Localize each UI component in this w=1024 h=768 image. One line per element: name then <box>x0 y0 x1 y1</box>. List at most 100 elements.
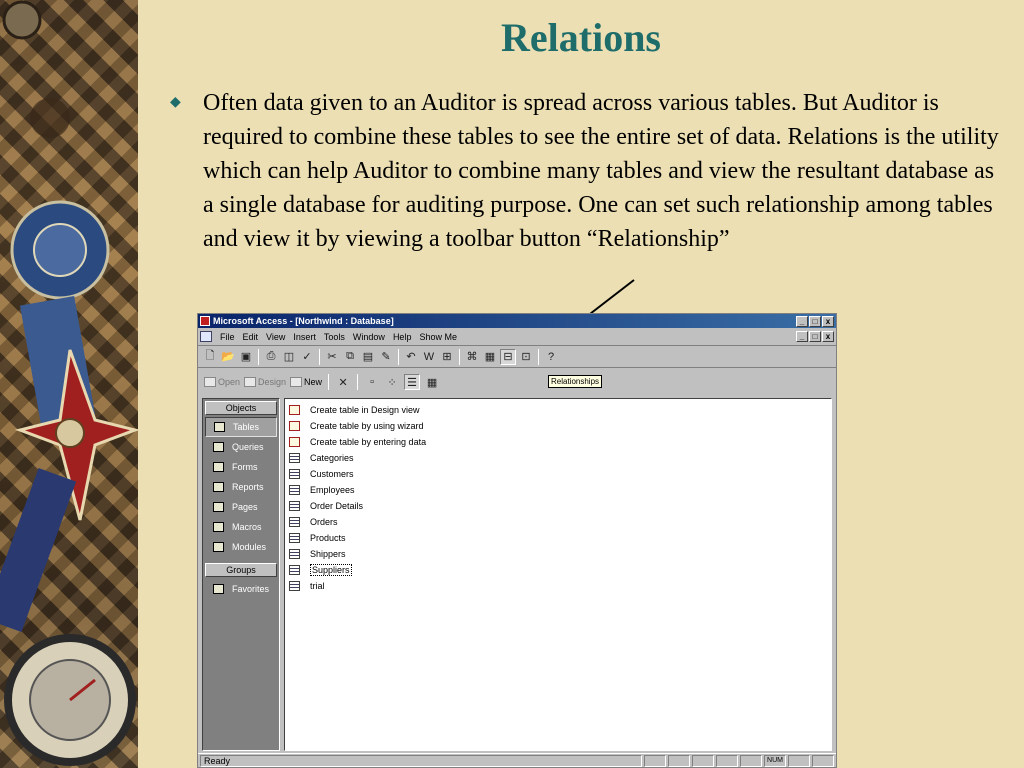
table-icon <box>289 549 300 559</box>
table-item[interactable]: Order Details <box>289 498 831 514</box>
large-icons-icon[interactable]: ▫ <box>364 374 380 390</box>
new-object-icon[interactable]: ⊡ <box>518 349 534 365</box>
menu-insert[interactable]: Insert <box>289 332 320 342</box>
doc-restore-button[interactable]: □ <box>809 331 821 342</box>
undo-icon[interactable]: ↶ <box>403 349 419 365</box>
wizard-entering-data[interactable]: Create table by entering data <box>289 434 831 450</box>
status-panel <box>692 754 714 767</box>
cut-icon[interactable]: ✂ <box>324 349 340 365</box>
small-icons-icon[interactable]: ⁘ <box>384 374 400 390</box>
object-pages[interactable]: Pages <box>203 497 279 517</box>
table-item[interactable]: Products <box>289 530 831 546</box>
open-folder-icon[interactable]: 📂 <box>220 349 236 365</box>
menu-help[interactable]: Help <box>389 332 416 342</box>
list-view-icon[interactable]: ☰ <box>404 374 421 390</box>
wizard-icon <box>289 405 300 415</box>
object-modules[interactable]: Modules <box>203 537 279 557</box>
menu-tools[interactable]: Tools <box>320 332 349 342</box>
status-panel <box>716 754 738 767</box>
print-icon[interactable]: ⎙ <box>263 349 279 365</box>
favorites-folder-icon <box>213 584 224 594</box>
delete-icon[interactable]: ✕ <box>335 374 351 390</box>
status-panel <box>812 754 834 767</box>
access-window: Microsoft Access - [Northwind : Database… <box>197 313 837 768</box>
wizard-design-view[interactable]: Create table in Design view <box>289 402 831 418</box>
object-tables[interactable]: Tables <box>205 417 277 437</box>
open-button[interactable]: Open <box>204 377 240 387</box>
table-item-focused[interactable]: Suppliers <box>289 562 831 578</box>
macros-icon <box>213 522 224 532</box>
menu-view[interactable]: View <box>262 332 289 342</box>
objects-bar: Objects Tables Queries Forms Reports Pag… <box>202 398 280 751</box>
object-forms[interactable]: Forms <box>203 457 279 477</box>
reports-icon <box>213 482 224 492</box>
table-icon <box>289 517 300 527</box>
database-doc-icon[interactable] <box>200 331 212 342</box>
new-button[interactable]: New <box>290 377 322 387</box>
status-panel <box>644 754 666 767</box>
table-icon <box>289 485 300 495</box>
doc-minimize-button[interactable]: _ <box>796 331 808 342</box>
relationships-icon[interactable]: ⊟ <box>500 348 516 365</box>
status-panel <box>788 754 810 767</box>
new-icon <box>290 377 303 387</box>
format-painter-icon[interactable]: ✎ <box>378 349 394 365</box>
table-item[interactable]: trial <box>289 578 831 594</box>
object-queries[interactable]: Queries <box>203 437 279 457</box>
object-reports[interactable]: Reports <box>203 477 279 497</box>
paste-icon[interactable]: ▤ <box>360 349 376 365</box>
doc-close-button[interactable]: x <box>822 331 834 342</box>
table-icon <box>289 533 300 543</box>
table-icon <box>289 469 300 479</box>
bullet-diamond-icon: ◆ <box>170 95 181 110</box>
database-toolbar: Open Design New ✕ ▫ ⁘ ☰ ▦ <box>198 371 836 393</box>
analyze-icon[interactable]: ⊞ <box>439 349 455 365</box>
minimize-button[interactable]: _ <box>796 315 808 327</box>
table-icon <box>289 581 300 591</box>
status-panel <box>668 754 690 767</box>
menu-window[interactable]: Window <box>349 332 389 342</box>
spelling-icon[interactable]: ✓ <box>299 349 315 365</box>
menu-file[interactable]: File <box>216 332 239 342</box>
table-item[interactable]: Employees <box>289 482 831 498</box>
help-icon[interactable]: ? <box>543 349 559 365</box>
forms-icon <box>213 462 224 472</box>
wizard-icon <box>289 421 300 431</box>
status-text: Ready <box>200 754 642 767</box>
standard-toolbar: 🗋 📂 ▣ ⎙ ◫ ✓ ✂ ⧉ ▤ ✎ ↶ W ⊞ ⌘ ▦ ⊟ ⊡ ? <box>198 346 836 368</box>
window-titlebar: Microsoft Access - [Northwind : Database… <box>198 314 836 328</box>
copy-icon[interactable]: ⧉ <box>342 349 358 365</box>
table-item[interactable]: Categories <box>289 450 831 466</box>
groups-header[interactable]: Groups <box>205 563 277 577</box>
wizard-icon <box>289 437 300 447</box>
code-icon[interactable]: ⌘ <box>464 349 480 365</box>
properties-icon[interactable]: ▦ <box>482 349 498 365</box>
table-icon <box>289 501 300 511</box>
tables-icon <box>214 422 225 432</box>
modules-icon <box>213 542 224 552</box>
num-lock-indicator: NUM <box>764 754 786 767</box>
group-favorites[interactable]: Favorites <box>203 579 279 599</box>
objects-header[interactable]: Objects <box>205 401 277 415</box>
menu-edit[interactable]: Edit <box>239 332 263 342</box>
table-item[interactable]: Shippers <box>289 546 831 562</box>
object-macros[interactable]: Macros <box>203 517 279 537</box>
table-icon <box>289 565 300 575</box>
details-view-icon[interactable]: ▦ <box>424 374 440 390</box>
menu-show-me[interactable]: Show Me <box>415 332 461 342</box>
pages-icon <box>213 502 224 512</box>
design-button[interactable]: Design <box>244 377 286 387</box>
access-app-icon <box>200 316 210 326</box>
maximize-button[interactable]: □ <box>809 315 821 327</box>
relationships-tooltip: Relationships <box>548 375 603 388</box>
print-preview-icon[interactable]: ◫ <box>281 349 297 365</box>
office-links-icon[interactable]: W <box>421 349 437 365</box>
table-icon <box>289 453 300 463</box>
table-item[interactable]: Orders <box>289 514 831 530</box>
open-icon <box>204 377 216 387</box>
close-button[interactable]: x <box>822 315 834 327</box>
table-item[interactable]: Customers <box>289 466 831 482</box>
wizard-using-wizard[interactable]: Create table by using wizard <box>289 418 831 434</box>
new-file-icon[interactable]: 🗋 <box>202 349 218 365</box>
save-icon[interactable]: ▣ <box>238 349 254 365</box>
